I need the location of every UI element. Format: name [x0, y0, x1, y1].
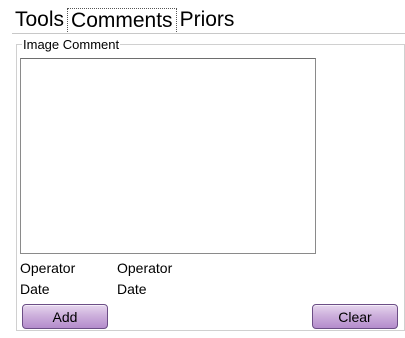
date-value: Date [117, 281, 147, 297]
image-comment-title: Image Comment [22, 37, 121, 52]
tab-tools[interactable]: Tools [12, 8, 67, 34]
tab-priors[interactable]: Priors [177, 8, 238, 34]
tab-bar: Tools Comments Priors [12, 8, 237, 34]
add-button[interactable]: Add [22, 304, 108, 329]
tab-divider [12, 33, 405, 34]
operator-label: Operator [20, 260, 76, 276]
tab-comments[interactable]: Comments [67, 8, 177, 34]
operator-value: Operator [117, 260, 173, 276]
date-label: Date [20, 281, 50, 297]
clear-button[interactable]: Clear [312, 304, 398, 329]
image-comment-input[interactable] [20, 58, 316, 254]
